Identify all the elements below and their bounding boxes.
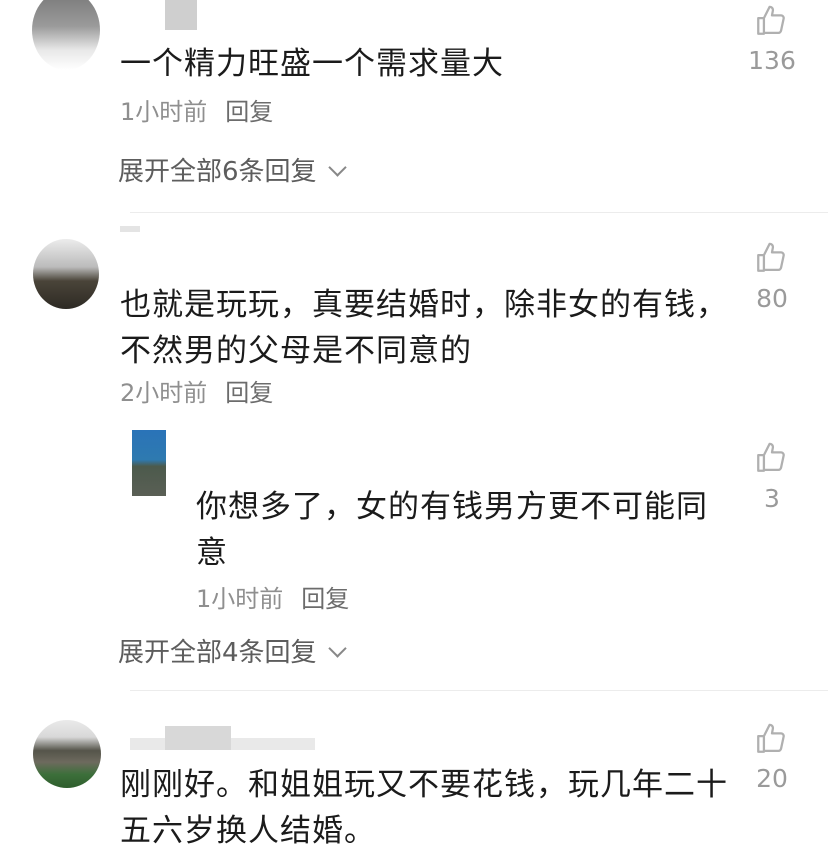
reply-button[interactable]: 回复 [225,98,273,126]
divider [130,690,828,691]
username-redacted [120,226,140,232]
reply-meta: 1小时前 回复 [196,584,349,614]
like-button[interactable] [751,441,791,475]
comment-time: 1小时前 [120,98,208,126]
reply-time: 1小时前 [196,585,284,613]
comment-text: 刚刚好。和姐姐玩又不要花钱，玩几年二十五六岁换人结婚。 [120,767,728,849]
thumbs-up-icon [757,242,785,272]
comment-time: 2小时前 [120,379,208,407]
like-count: 3 [764,484,780,513]
reply-button[interactable]: 回复 [225,379,273,407]
comment-meta: 2小时前 回复 [120,378,273,408]
like-count: 136 [748,46,796,75]
chevron-down-icon [327,639,347,658]
username-redacted [165,0,197,30]
avatar[interactable] [33,720,101,788]
username-redacted [165,726,231,750]
reply-button[interactable]: 回复 [301,585,349,613]
avatar[interactable] [132,430,166,496]
thumbs-up-icon [757,442,785,472]
like-button[interactable] [751,4,791,38]
like-button[interactable] [751,241,791,275]
like-count: 80 [756,284,788,313]
comment-meta: 1小时前 回复 [120,97,273,127]
thumbs-up-icon [757,723,785,753]
comment-text: 一个精力旺盛一个需求量大 [120,46,504,82]
thumbs-up-icon [757,5,785,35]
expand-replies-button[interactable]: 展开全部4条回复 [118,637,347,669]
comment-text: 也就是玩玩，真要结婚时，除非女的有钱，不然男的父母是不同意的 [120,287,728,369]
expand-replies-label: 展开全部4条回复 [118,638,317,668]
like-count: 20 [756,764,788,793]
avatar[interactable] [33,239,99,309]
avatar[interactable] [32,0,100,70]
like-button[interactable] [751,722,791,756]
expand-replies-button[interactable]: 展开全部6条回复 [118,156,347,188]
chevron-down-icon [327,158,347,177]
divider [130,212,828,213]
expand-replies-label: 展开全部6条回复 [118,157,317,187]
reply-text: 你想多了，女的有钱男方更不可能同意 [196,489,708,571]
